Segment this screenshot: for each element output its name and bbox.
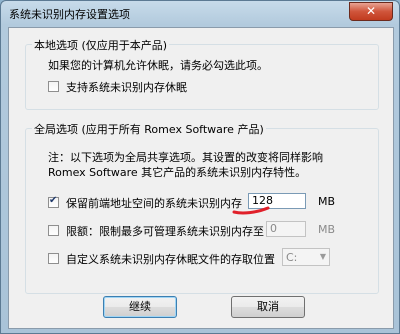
cancel-button-label: 取消 (257, 300, 279, 313)
close-button[interactable]: ✕ (349, 2, 393, 21)
continue-button-label: 继续 (129, 300, 151, 313)
reserve-unit: MB (318, 195, 336, 208)
custom-location-checkbox[interactable] (48, 253, 59, 264)
limit-size-value: 0 (270, 222, 277, 235)
title-bar[interactable]: 系统未识别内存设置选项 ✕ (1, 1, 399, 25)
chevron-down-icon: ▼ (319, 252, 326, 261)
reserve-checkbox[interactable] (48, 195, 59, 208)
cancel-button[interactable]: 取消 (231, 296, 305, 318)
red-underline-annotation (232, 206, 270, 215)
local-description: 如果您的计算机允许休眠，请务必勾选此项。 (48, 59, 268, 72)
limit-size-input[interactable]: 0 (266, 221, 306, 237)
custom-location-label[interactable]: 自定义系统未识别内存休眠文件的存取位置 (66, 251, 275, 267)
limit-label[interactable]: 限额：限制最多可管理系统未识别内存至 (66, 223, 264, 239)
local-options-group: 本地选项 (仅应用于本产品) 如果您的计算机允许休眠，请务必勾选此项。 支持系统… (25, 37, 379, 110)
window-title: 系统未识别内存设置选项 (9, 8, 130, 21)
limit-unit: MB (318, 223, 336, 236)
hibernate-label[interactable]: 支持系统未识别内存休眠 (66, 79, 187, 95)
global-note-line1: 注：以下选项为全局共享选项。其设置的改变将同样影响 (48, 151, 323, 164)
limit-checkbox[interactable] (48, 225, 59, 236)
drive-select-value: C: (286, 251, 298, 264)
global-options-group: 全局选项 (应用于所有 Romex Software 产品) 注：以下选项为全局… (25, 121, 379, 294)
local-options-legend: 本地选项 (仅应用于本产品) (32, 37, 170, 53)
continue-button[interactable]: 继续 (103, 296, 177, 318)
drive-select[interactable]: C: ▼ (282, 248, 330, 266)
dialog-body: 本地选项 (仅应用于本产品) 如果您的计算机允许休眠，请务必勾选此项。 支持系统… (8, 27, 394, 329)
global-note-line2: Romex Software 其它产品的系统未识别内存特性。 (48, 166, 307, 179)
global-options-legend: 全局选项 (应用于所有 Romex Software 产品) (32, 121, 266, 137)
hibernate-checkbox[interactable] (48, 81, 59, 92)
reserve-label[interactable]: 保留前端地址空间的系统未识别内存 (66, 195, 242, 211)
dialog-window: 系统未识别内存设置选项 ✕ 本地选项 (仅应用于本产品) 如果您的计算机允许休眠… (0, 0, 400, 334)
close-icon: ✕ (365, 4, 377, 18)
